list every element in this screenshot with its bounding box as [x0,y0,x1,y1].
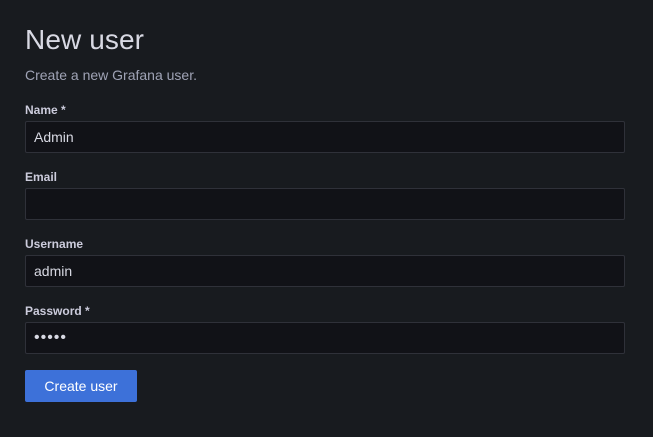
create-user-button[interactable]: Create user [25,370,137,402]
email-input[interactable] [25,188,625,220]
name-label: Name * [25,103,66,117]
username-label: Username [25,237,84,251]
password-input[interactable] [25,322,625,354]
page-subtitle: Create a new Grafana user. [25,67,197,83]
new-user-page: New user Create a new Grafana user. Name… [0,0,653,437]
username-input[interactable] [25,255,625,287]
name-input[interactable] [25,121,625,153]
email-label: Email [25,170,58,184]
password-label: Password * [25,304,90,318]
page-title: New user [25,24,145,55]
